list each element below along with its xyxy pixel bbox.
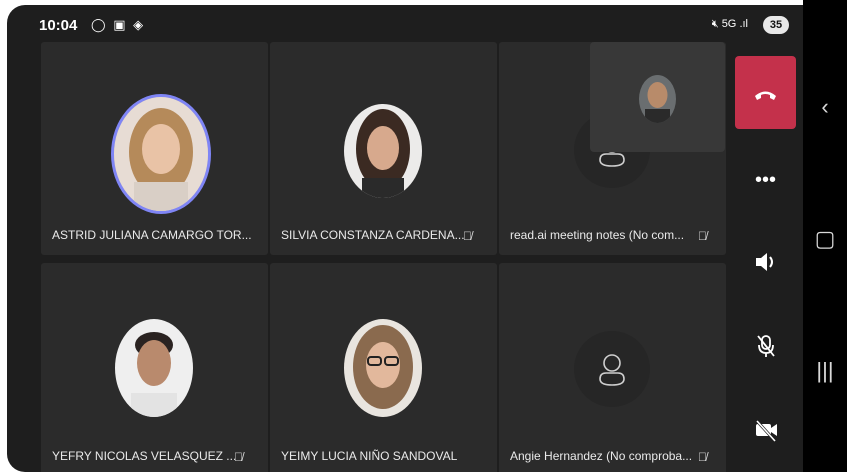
more-icon: ••• bbox=[754, 169, 776, 191]
whatsapp-icon: ◯ bbox=[91, 17, 108, 32]
participant-tile[interactable]: ASTRID JULIANA CAMARGO TOR... bbox=[41, 42, 268, 255]
participant-name: read.ai meeting notes (No com... bbox=[510, 228, 685, 242]
participant-name: YEFRY NICOLAS VELASQUEZ ... bbox=[52, 449, 237, 463]
call-controls: ••• bbox=[730, 42, 803, 472]
end-call-button[interactable] bbox=[735, 56, 796, 129]
home-icon: ▢ bbox=[814, 226, 836, 251]
network-5g-icon: 5G bbox=[721, 18, 737, 30]
recents-icon: ||| bbox=[816, 358, 834, 383]
participant-name: ASTRID JULIANA CAMARGO TOR... bbox=[52, 228, 252, 242]
person-icon bbox=[599, 354, 625, 386]
recents-button[interactable]: ||| bbox=[803, 360, 847, 382]
self-view[interactable] bbox=[590, 42, 725, 152]
speaker-button[interactable] bbox=[735, 242, 796, 282]
mute-button[interactable] bbox=[735, 326, 796, 366]
avatar bbox=[115, 319, 193, 417]
signal-icon: .ıl bbox=[739, 18, 748, 30]
participant-tile[interactable]: YEFRY NICOLAS VELASQUEZ ... 🎙̸ bbox=[41, 263, 268, 472]
speaker-icon bbox=[755, 253, 773, 271]
self-avatar bbox=[639, 75, 676, 123]
mute-icon: 🔇︎ bbox=[711, 18, 719, 30]
back-button[interactable]: ‹ bbox=[803, 96, 847, 118]
system-icons: 🔇︎ 5G .ıl bbox=[712, 18, 748, 31]
avatar bbox=[344, 104, 422, 198]
mic-off-icon: 🎙̸ bbox=[463, 229, 472, 243]
avatar bbox=[574, 331, 650, 407]
participant-name: Angie Hernandez (No comproba... bbox=[510, 449, 693, 463]
status-bar: 10:04 ◯ ▣ ◈ 🔇︎ 5G .ıl 35 bbox=[7, 5, 803, 41]
mic-off-icon: 🎙̸ bbox=[698, 450, 707, 464]
more-button[interactable]: ••• bbox=[735, 160, 796, 200]
participant-tile[interactable]: SILVIA CONSTANZA CARDENA... 🎙̸ bbox=[270, 42, 497, 255]
navigation-bar: ‹ ▢ ||| bbox=[803, 0, 847, 472]
status-time: 10:04 bbox=[39, 17, 78, 34]
mic-off-icon: 🎙̸ bbox=[234, 450, 243, 464]
gift-icon: ▣ bbox=[113, 17, 128, 32]
phone-screen: 10:04 ◯ ▣ ◈ 🔇︎ 5G .ıl 35 ASTRID JULIANA … bbox=[7, 5, 803, 472]
hang-up-icon bbox=[755, 91, 776, 100]
avatar bbox=[111, 94, 211, 214]
participant-name: YEIMY LUCIA NIÑO SANDOVAL bbox=[281, 449, 458, 463]
camera-button[interactable] bbox=[735, 410, 796, 450]
video-off-icon bbox=[755, 419, 777, 443]
battery-indicator: 35 bbox=[763, 16, 789, 34]
mic-off-icon: 🎙̸ bbox=[698, 229, 707, 243]
chevron-left-icon: ‹ bbox=[821, 94, 829, 119]
participant-name: SILVIA CONSTANZA CARDENA... bbox=[281, 228, 465, 242]
app-icon: ◈ bbox=[133, 17, 146, 32]
home-button[interactable]: ▢ bbox=[803, 228, 847, 250]
participant-tile[interactable]: YEIMY LUCIA NIÑO SANDOVAL bbox=[270, 263, 497, 472]
mic-off-icon bbox=[756, 335, 775, 357]
notification-icons: ◯ ▣ ◈ bbox=[91, 17, 145, 33]
avatar bbox=[344, 319, 422, 417]
participant-tile[interactable]: Angie Hernandez (No comproba... 🎙̸ bbox=[499, 263, 726, 472]
